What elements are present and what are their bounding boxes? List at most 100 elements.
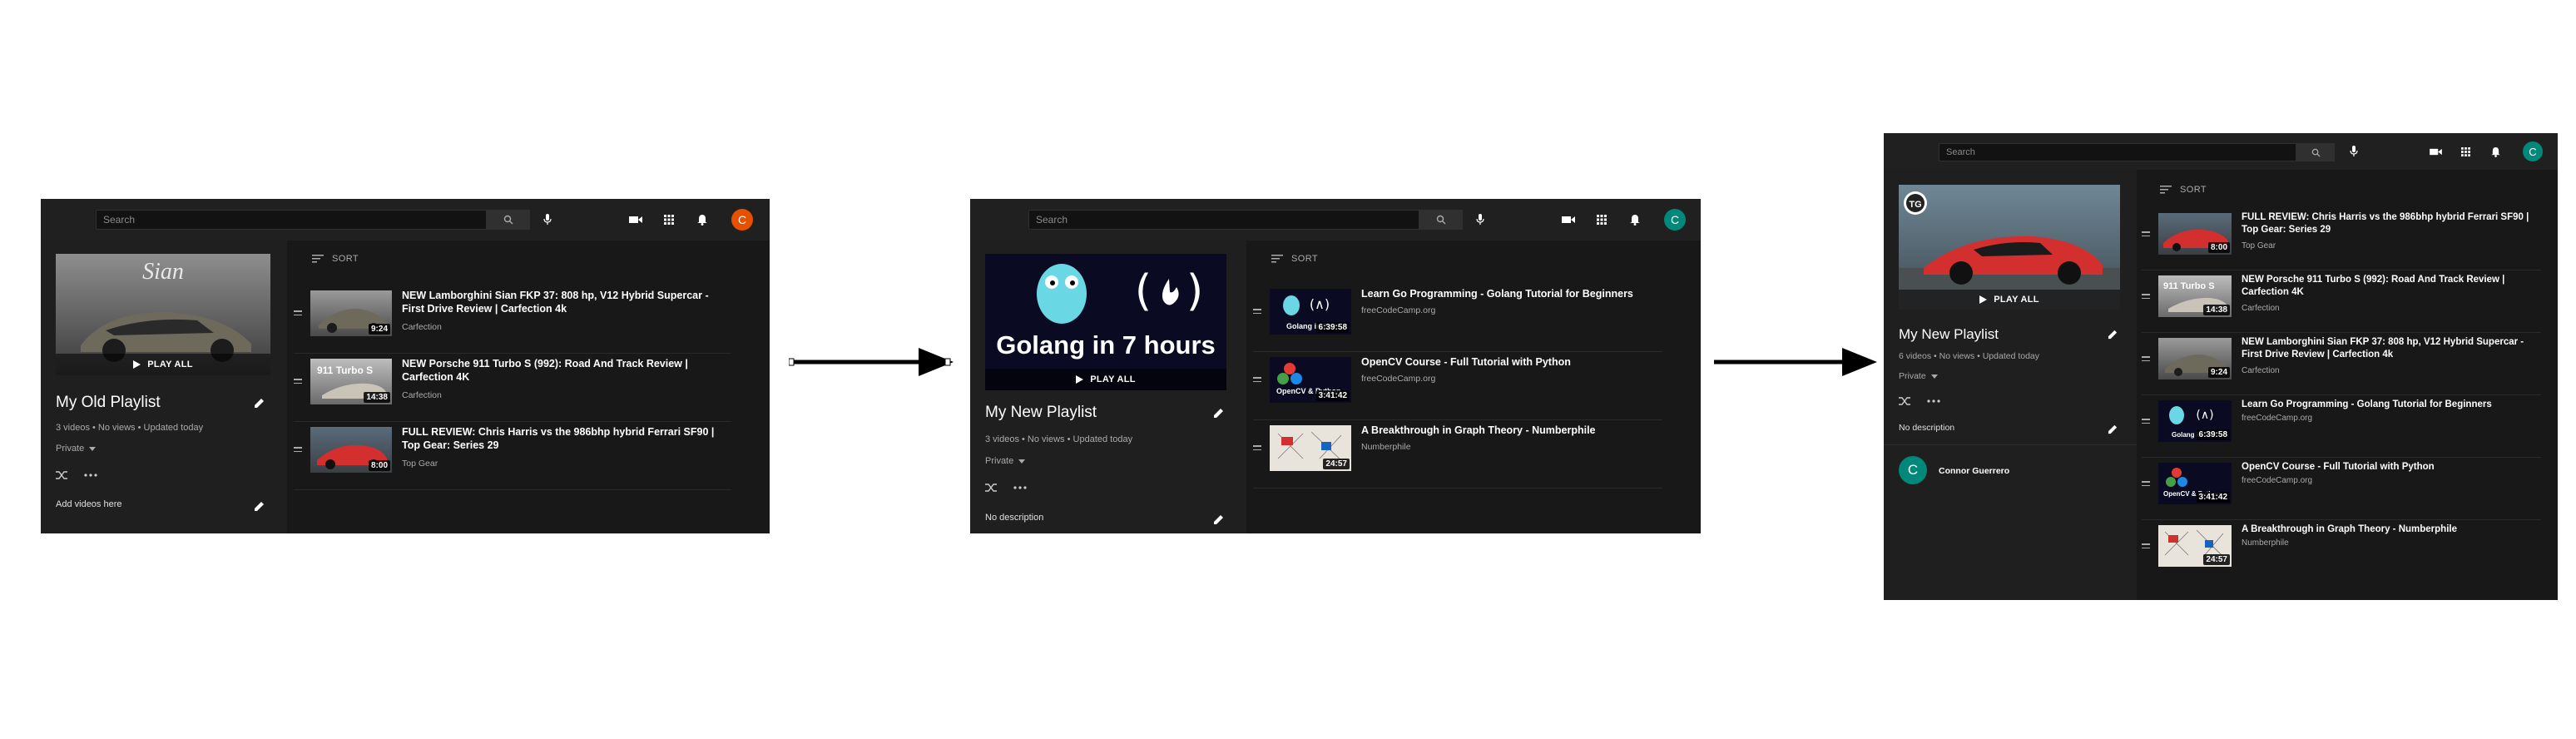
playlist-hero-thumbnail[interactable]: TG PLAY ALL [1899, 185, 2120, 310]
video-title[interactable]: NEW Porsche 911 Turbo S (992): Road And … [402, 357, 731, 384]
list-item[interactable]: 911 Turbo S 14:38 NEW Porsche 911 Turbo … [294, 354, 731, 422]
list-item[interactable]: (∧) Golang in 7 6:39:58 Learn Go Programm… [2142, 395, 2541, 458]
play-all-button[interactable]: PLAY ALL [56, 354, 270, 375]
drag-handle-icon[interactable] [1253, 377, 1261, 384]
owner-name[interactable]: Connor Guerrero [1939, 466, 2009, 476]
drag-handle-icon[interactable] [294, 310, 302, 318]
channel-name[interactable]: Carfection [402, 390, 442, 400]
video-thumbnail[interactable]: 9:24 [2158, 338, 2232, 379]
play-all-button[interactable]: PLAY ALL [985, 369, 1226, 390]
mic-icon[interactable] [1471, 211, 1489, 229]
mic-icon[interactable] [538, 211, 557, 229]
more-icon[interactable] [1927, 399, 1940, 403]
search-input[interactable]: Search [96, 210, 487, 230]
bell-icon[interactable] [1626, 211, 1644, 229]
sort-button[interactable]: SORT [2160, 185, 2207, 195]
drag-handle-icon[interactable] [2142, 543, 2150, 551]
video-thumbnail[interactable]: 24:57 [1270, 425, 1351, 471]
video-thumbnail[interactable]: OpenCV & Python 3:41:42 [2158, 463, 2232, 504]
video-thumbnail[interactable]: 24:57 [2158, 525, 2232, 567]
video-title[interactable]: NEW Porsche 911 Turbo S (992): Road And … [2242, 274, 2541, 299]
channel-name[interactable]: freeCodeCamp.org [2242, 476, 2312, 485]
video-thumbnail[interactable]: 911 Turbo S 14:38 [310, 359, 392, 404]
drag-handle-icon[interactable] [2142, 231, 2150, 239]
play-all-button[interactable]: PLAY ALL [1899, 290, 2120, 310]
video-thumbnail[interactable]: 8:00 [2158, 213, 2232, 255]
drag-handle-icon[interactable] [1253, 309, 1261, 316]
edit-description-button[interactable] [2105, 421, 2120, 436]
drag-handle-icon[interactable] [2142, 419, 2150, 426]
owner-avatar[interactable]: C [1899, 456, 1927, 484]
avatar[interactable]: C [731, 209, 753, 231]
video-title[interactable]: OpenCV Course - Full Tutorial with Pytho… [1361, 355, 1662, 369]
drag-handle-icon[interactable] [2142, 294, 2150, 301]
video-title[interactable]: OpenCV Course - Full Tutorial with Pytho… [2242, 461, 2541, 474]
drag-handle-icon[interactable] [294, 379, 302, 386]
list-item[interactable]: 8:00 FULL REVIEW: Chris Harris vs the 98… [294, 422, 731, 490]
video-thumbnail[interactable]: 8:00 [310, 427, 392, 473]
video-title[interactable]: NEW Lamborghini Sian FKP 37: 808 hp, V12… [402, 289, 731, 315]
drag-handle-icon[interactable] [2142, 356, 2150, 364]
bell-icon[interactable] [2486, 142, 2504, 161]
privacy-dropdown[interactable]: Private [985, 456, 1026, 466]
edit-description-button[interactable] [252, 498, 267, 513]
channel-name[interactable]: Top Gear [402, 459, 438, 469]
video-title[interactable]: FULL REVIEW: Chris Harris vs the 986bhp … [402, 425, 731, 452]
search-button[interactable] [487, 210, 530, 230]
mic-icon[interactable] [2345, 142, 2363, 161]
search-button[interactable] [1419, 210, 1463, 230]
list-item[interactable]: 911 Turbo S 14:38 NEW Porsche 911 Turbo … [2142, 270, 2541, 333]
search-input[interactable]: Search [1028, 210, 1419, 230]
drag-handle-icon[interactable] [1253, 445, 1261, 453]
list-item[interactable]: (∧) Golang in 7 6:39:58 Learn Go Programm… [1253, 284, 1662, 352]
list-item[interactable]: 24:57 A Breakthrough in Graph Theory - N… [2142, 520, 2541, 583]
list-item[interactable]: 24:57 A Breakthrough in Graph Theory - N… [1253, 420, 1662, 489]
apps-grid-icon[interactable] [660, 211, 678, 229]
channel-name[interactable]: freeCodeCamp.org [2242, 414, 2312, 423]
playlist-hero-thumbnail[interactable]: ( ) Golang in 7 hours PLAY ALL [985, 254, 1226, 390]
create-video-icon[interactable] [627, 211, 645, 229]
drag-handle-icon[interactable] [294, 447, 302, 454]
list-item[interactable]: OpenCV & Python 3:41:42 OpenCV Course - … [1253, 352, 1662, 420]
video-title[interactable]: FULL REVIEW: Chris Harris vs the 986bhp … [2242, 211, 2541, 236]
list-item[interactable]: 9:24 NEW Lamborghini Sian FKP 37: 808 hp… [294, 285, 731, 354]
video-thumbnail[interactable]: OpenCV & Python 3:41:42 [1270, 357, 1351, 403]
video-title[interactable]: NEW Lamborghini Sian FKP 37: 808 hp, V12… [2242, 336, 2541, 361]
bell-icon[interactable] [693, 211, 711, 229]
sort-button[interactable]: SORT [1271, 254, 1318, 264]
list-item[interactable]: 8:00 FULL REVIEW: Chris Harris vs the 98… [2142, 208, 2541, 270]
avatar[interactable]: C [2523, 141, 2543, 161]
apps-grid-icon[interactable] [2456, 142, 2474, 161]
list-item[interactable]: 9:24 NEW Lamborghini Sian FKP 37: 808 hp… [2142, 333, 2541, 395]
search-input[interactable]: Search [1939, 143, 2296, 161]
apps-grid-icon[interactable] [1593, 211, 1611, 229]
more-icon[interactable] [1013, 486, 1027, 489]
create-video-icon[interactable] [1559, 211, 1578, 229]
channel-name[interactable]: Carfection [2242, 366, 2280, 375]
edit-description-button[interactable] [1211, 512, 1226, 527]
channel-name[interactable]: Carfection [402, 322, 442, 332]
list-item[interactable]: OpenCV & Python 3:41:42 OpenCV Course - … [2142, 458, 2541, 520]
video-title[interactable]: A Breakthrough in Graph Theory - Numberp… [1361, 424, 1662, 437]
avatar[interactable]: C [1664, 209, 1686, 231]
search-button[interactable] [2296, 143, 2335, 161]
drag-handle-icon[interactable] [2142, 481, 2150, 489]
channel-name[interactable]: Numberphile [2242, 538, 2289, 548]
sort-button[interactable]: SORT [312, 254, 359, 264]
channel-name[interactable]: Numberphile [1361, 442, 1411, 452]
edit-title-button[interactable] [2105, 326, 2120, 341]
video-thumbnail[interactable]: 9:24 [310, 290, 392, 336]
video-thumbnail[interactable]: 911 Turbo S 14:38 [2158, 275, 2232, 317]
channel-name[interactable]: freeCodeCamp.org [1361, 305, 1435, 315]
shuffle-icon[interactable] [1899, 396, 1910, 406]
video-title[interactable]: Learn Go Programming - Golang Tutorial f… [2242, 399, 2541, 411]
playlist-hero-thumbnail[interactable]: Sian PLAY ALL [56, 254, 270, 375]
create-video-icon[interactable] [2426, 142, 2445, 161]
edit-title-button[interactable] [252, 395, 267, 410]
privacy-dropdown[interactable]: Private [1899, 371, 1938, 381]
privacy-dropdown[interactable]: Private [56, 444, 97, 454]
shuffle-icon[interactable] [985, 483, 997, 493]
video-title[interactable]: A Breakthrough in Graph Theory - Numberp… [2242, 523, 2541, 536]
shuffle-icon[interactable] [56, 470, 67, 480]
channel-name[interactable]: Top Gear [2242, 241, 2276, 250]
